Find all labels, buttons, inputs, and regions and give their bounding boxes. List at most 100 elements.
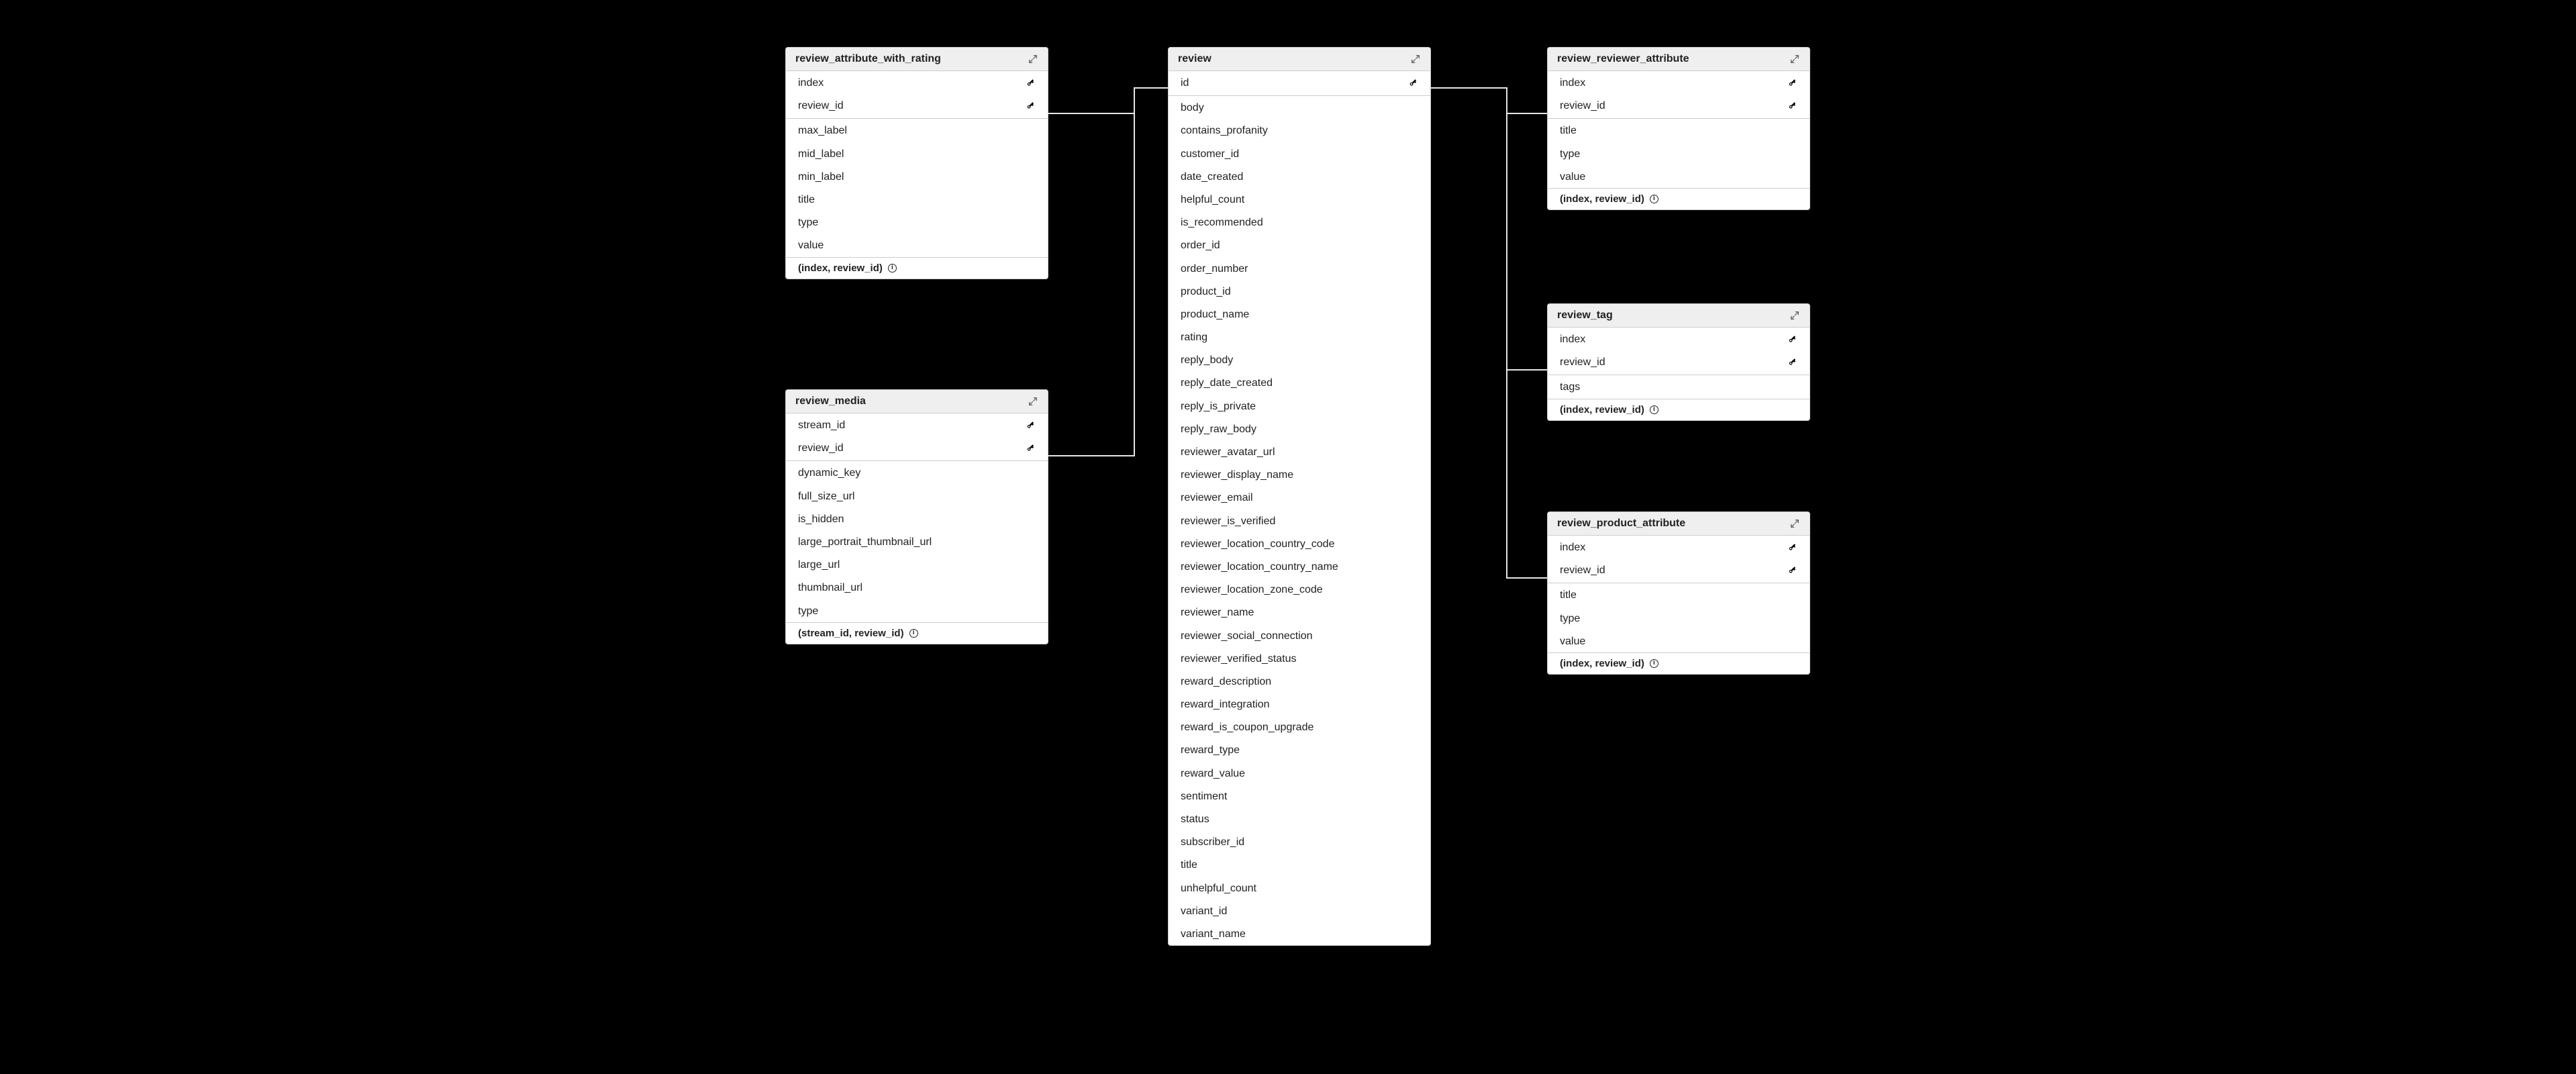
entity-title: review_media bbox=[795, 395, 866, 407]
column[interactable]: type bbox=[1548, 607, 1810, 630]
column[interactable]: reply_is_private bbox=[1169, 395, 1430, 418]
column[interactable]: type bbox=[786, 599, 1048, 622]
column[interactable]: reviewer_name bbox=[1169, 601, 1430, 624]
entity-review[interactable]: reviewidbodycontains_profanitycustomer_i… bbox=[1168, 47, 1431, 946]
entity-review_attribute_with_rating[interactable]: review_attribute_with_ratingindexreview_… bbox=[785, 47, 1048, 279]
expand-icon[interactable] bbox=[1410, 54, 1421, 64]
column[interactable]: title bbox=[1169, 853, 1430, 876]
info-icon[interactable]: i bbox=[909, 629, 918, 638]
info-icon[interactable]: i bbox=[1650, 405, 1658, 414]
column[interactable]: reward_is_coupon_upgrade bbox=[1169, 716, 1430, 738]
column[interactable]: order_number bbox=[1169, 257, 1430, 280]
pk-column[interactable]: index bbox=[1548, 536, 1810, 558]
column[interactable]: contains_profanity bbox=[1169, 119, 1430, 142]
column[interactable]: variant_id bbox=[1169, 899, 1430, 922]
column[interactable]: subscriber_id bbox=[1169, 830, 1430, 853]
column[interactable]: sentiment bbox=[1169, 785, 1430, 808]
entity-header[interactable]: review_tag bbox=[1548, 304, 1810, 328]
pk-column[interactable]: index bbox=[1548, 328, 1810, 350]
pk-column[interactable]: review_id bbox=[1548, 558, 1810, 581]
entity-review_media[interactable]: review_media stream_idreview_iddynamic_ke… bbox=[785, 389, 1048, 644]
index-footer[interactable]: (index, review_id)i bbox=[1548, 652, 1810, 674]
column[interactable]: body bbox=[1169, 96, 1430, 119]
column[interactable]: status bbox=[1169, 808, 1430, 830]
column[interactable]: date_created bbox=[1169, 165, 1430, 188]
pk-column[interactable]: review_id bbox=[1548, 350, 1810, 373]
pk-column[interactable]: review_id bbox=[786, 436, 1048, 459]
column[interactable]: value bbox=[786, 234, 1048, 256]
index-footer[interactable]: (stream_id, review_id)i bbox=[786, 622, 1048, 644]
column-name: reviewer_location_country_code bbox=[1181, 538, 1334, 550]
pk-column[interactable]: stream_id bbox=[786, 413, 1048, 436]
pk-column[interactable]: index bbox=[786, 71, 1048, 94]
column[interactable]: thumbnail_url bbox=[786, 576, 1048, 599]
diagram-canvas: review_attribute_with_ratingindexreview_… bbox=[0, 0, 2576, 1074]
entity-review_product_attribute[interactable]: review_product_attributeindex review_idti… bbox=[1547, 511, 1810, 675]
column[interactable]: type bbox=[786, 211, 1048, 234]
entity-header[interactable]: review_reviewer_attribute bbox=[1548, 48, 1810, 71]
column[interactable]: reviewer_email bbox=[1169, 486, 1430, 509]
column[interactable]: reviewer_location_country_name bbox=[1169, 555, 1430, 578]
column[interactable]: reviewer_location_country_code bbox=[1169, 532, 1430, 555]
column[interactable]: value bbox=[1548, 165, 1810, 188]
column[interactable]: large_portrait_thumbnail_url bbox=[786, 530, 1048, 553]
expand-icon[interactable] bbox=[1789, 518, 1800, 529]
entity-review_reviewer_attribute[interactable]: review_reviewer_attributeindexreview_idt… bbox=[1547, 47, 1810, 210]
pk-column[interactable]: review_id bbox=[1548, 94, 1810, 117]
entity-header[interactable]: review bbox=[1169, 48, 1430, 71]
column[interactable]: min_label bbox=[786, 165, 1048, 188]
column[interactable]: is_hidden bbox=[786, 507, 1048, 530]
column-name: review_id bbox=[1560, 564, 1605, 577]
column[interactable]: reply_raw_body bbox=[1169, 418, 1430, 440]
column[interactable]: reward_value bbox=[1169, 762, 1430, 785]
column[interactable]: reviewer_social_connection bbox=[1169, 624, 1430, 647]
expand-icon[interactable] bbox=[1789, 54, 1800, 64]
column[interactable]: product_id bbox=[1169, 280, 1430, 303]
info-icon[interactable]: i bbox=[1650, 195, 1658, 203]
column[interactable]: reviewer_display_name bbox=[1169, 463, 1430, 486]
column[interactable]: type bbox=[1548, 142, 1810, 165]
pk-column[interactable]: index bbox=[1548, 71, 1810, 94]
column[interactable]: title bbox=[1548, 583, 1810, 606]
column[interactable]: reviewer_is_verified bbox=[1169, 509, 1430, 532]
column[interactable]: is_recommended bbox=[1169, 211, 1430, 234]
expand-icon[interactable] bbox=[1028, 54, 1038, 64]
column[interactable]: dynamic_key bbox=[786, 461, 1048, 484]
index-footer[interactable]: (index, review_id)i bbox=[1548, 188, 1810, 209]
column[interactable]: order_id bbox=[1169, 234, 1430, 256]
entity-header[interactable]: review_product_attribute bbox=[1548, 512, 1810, 536]
column[interactable]: mid_label bbox=[786, 142, 1048, 165]
column[interactable]: variant_name bbox=[1169, 922, 1430, 945]
info-icon[interactable]: i bbox=[1650, 659, 1658, 668]
column[interactable]: reward_description bbox=[1169, 670, 1430, 693]
info-icon[interactable]: i bbox=[888, 264, 897, 273]
column[interactable]: title bbox=[1548, 119, 1810, 142]
entity-review_tag[interactable]: review_tagindexreview_idtags(index, revi… bbox=[1547, 303, 1810, 421]
column[interactable]: max_label bbox=[786, 119, 1048, 142]
column[interactable]: full_size_url bbox=[786, 485, 1048, 507]
column[interactable]: rating bbox=[1169, 326, 1430, 348]
column[interactable]: reply_date_created bbox=[1169, 371, 1430, 394]
column[interactable]: reward_integration bbox=[1169, 693, 1430, 716]
pk-column[interactable]: id bbox=[1169, 71, 1430, 94]
column[interactable]: value bbox=[1548, 630, 1810, 652]
column[interactable]: reviewer_location_zone_code bbox=[1169, 578, 1430, 601]
column[interactable]: product_name bbox=[1169, 303, 1430, 326]
column[interactable]: unhelpful_count bbox=[1169, 877, 1430, 899]
column[interactable]: title bbox=[786, 188, 1048, 211]
column[interactable]: customer_id bbox=[1169, 142, 1430, 165]
column[interactable]: helpful_count bbox=[1169, 188, 1430, 211]
expand-icon[interactable] bbox=[1028, 396, 1038, 407]
column[interactable]: reply_body bbox=[1169, 348, 1430, 371]
expand-icon[interactable] bbox=[1789, 310, 1800, 321]
column[interactable]: tags bbox=[1548, 375, 1810, 398]
column[interactable]: large_url bbox=[786, 553, 1048, 576]
entity-header[interactable]: review_media bbox=[786, 390, 1048, 413]
entity-header[interactable]: review_attribute_with_rating bbox=[786, 48, 1048, 71]
column[interactable]: reward_type bbox=[1169, 738, 1430, 761]
index-footer[interactable]: (index, review_id)i bbox=[1548, 399, 1810, 420]
pk-column[interactable]: review_id bbox=[786, 94, 1048, 117]
column[interactable]: reviewer_avatar_url bbox=[1169, 440, 1430, 463]
column[interactable]: reviewer_verified_status bbox=[1169, 647, 1430, 670]
index-footer[interactable]: (index, review_id)i bbox=[786, 257, 1048, 279]
